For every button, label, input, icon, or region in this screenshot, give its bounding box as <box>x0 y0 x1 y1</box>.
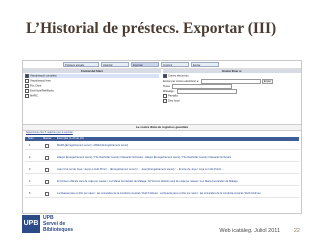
tab-bar: Préstecs actuals Historial Exportar Impr… <box>23 61 301 69</box>
format-option-label: Visualització breu <box>30 79 52 83</box>
row-title-link[interactable]: El Vinzero obliciós cant de mitja per na… <box>57 180 297 183</box>
send-disk-row[interactable]: Disc local <box>163 99 299 103</box>
slide-title: L’Historial de préstecs. Exportar (III) <box>26 20 277 37</box>
select-records-link[interactable]: Seleccioneu fins 5 registres per a expor… <box>26 131 73 134</box>
format-option-marc[interactable]: MARC <box>25 94 159 98</box>
row-checkbox[interactable] <box>45 156 49 160</box>
header-mark[interactable]: Marcar <box>43 137 51 141</box>
page-number: 22 <box>293 228 300 234</box>
table-row: 2 Allegro [Enregistrament sonor] / The N… <box>25 154 299 162</box>
format-option-full[interactable]: Visualització completa <box>25 74 159 78</box>
upb-logo: UPB UPB Servei de Biblioteques <box>22 215 78 235</box>
records-table-header: Núm. Marcar Exemplar (1-20 de 20) <box>25 137 299 141</box>
radio-icon <box>163 74 167 78</box>
table-row: 5 La Reaula para el niño por nacer : las… <box>25 190 299 198</box>
row-checkbox[interactable] <box>45 192 49 196</box>
row-checkbox[interactable] <box>45 144 49 148</box>
row-title-link[interactable]: MARA [Enregistrament sonor] - MARA [Enre… <box>57 144 297 147</box>
row-number: 2 <box>29 156 31 159</box>
tab-enviar[interactable]: Enviar <box>191 62 219 67</box>
send-field-label: Tema: <box>163 85 171 89</box>
row-number: 4 <box>29 180 31 183</box>
table-row: 3 Juan III al cel de Joya / Joya Lo Indé… <box>25 166 299 174</box>
radio-icon <box>163 94 167 98</box>
send-option-label: Disc local <box>168 99 180 103</box>
row-number: 5 <box>29 192 31 195</box>
send-to-row: Enviar per correu electrònic a: Enviar <box>163 79 299 84</box>
tab-historial[interactable]: Historial <box>101 62 129 67</box>
send-field-label: Correu electrònic: <box>168 74 190 78</box>
message-row: Missatge: <box>163 89 299 94</box>
screenshot-panel: Préstecs actuals Historial Exportar Impr… <box>22 60 302 214</box>
row-title-link[interactable]: La Reaula para el niño por nacer : las o… <box>57 192 297 195</box>
send-email-row[interactable]: Correu electrònic: <box>163 74 299 78</box>
header-item: Exemplar (1-20 de 20) <box>57 137 84 140</box>
table-row: 4 El Vinzero obliciós cant de mitja per … <box>25 178 299 186</box>
format-option-label: Visualització completa <box>30 74 57 78</box>
format-option-cites[interactable]: Fitx.Cites <box>25 84 159 88</box>
tab-imprimir[interactable]: Imprimir <box>161 62 189 67</box>
subject-row: Tema: <box>163 84 299 89</box>
send-field-label: Enviar per correu electrònic a: <box>163 80 199 84</box>
radio-icon <box>25 84 29 88</box>
format-option-label: Fitx.Cites <box>30 84 42 88</box>
send-header: Enviar fitxer a: <box>163 69 301 73</box>
send-option-label: Pantalla <box>168 94 178 98</box>
send-screen-row[interactable]: Pantalla <box>163 94 299 98</box>
records-title: La vostra llista de registres guardats <box>23 124 301 131</box>
table-row: 1 MARA [Enregistrament sonor] - MARA [En… <box>25 142 299 150</box>
row-checkbox[interactable] <box>45 180 49 184</box>
tab-exportar[interactable]: Exportar <box>131 62 159 67</box>
footer-text: Web icatàleg. Juliol 2011 <box>219 228 280 234</box>
header-num: Núm. <box>28 137 35 140</box>
radio-icon <box>25 79 29 83</box>
tab-prestecs-actuals[interactable]: Préstecs actuals <box>63 62 99 67</box>
radio-icon <box>25 74 29 78</box>
radio-icon <box>25 89 29 93</box>
row-number: 1 <box>29 144 31 147</box>
row-number: 3 <box>29 168 31 171</box>
row-checkbox[interactable] <box>45 168 49 172</box>
row-title-link[interactable]: Juan III al cel de Joya / Joya Lo Indé P… <box>57 168 297 171</box>
row-title-link[interactable]: Allegro [Enregistrament sonor] / The Nas… <box>57 156 297 159</box>
format-option-label: MARC <box>30 94 38 98</box>
radio-icon <box>25 94 29 98</box>
format-option-endnote[interactable]: End-Note/RefWorks <box>25 89 159 93</box>
format-header: Format del fitxer <box>23 69 161 73</box>
format-option-label: End-Note/RefWorks <box>30 89 54 93</box>
logo-line-3: Biblioteques <box>43 227 74 233</box>
radio-icon <box>163 99 167 103</box>
send-field-label: Missatge: <box>163 90 175 94</box>
format-option-brief[interactable]: Visualització breu <box>25 79 159 83</box>
logo-mark: UPB <box>22 215 40 233</box>
